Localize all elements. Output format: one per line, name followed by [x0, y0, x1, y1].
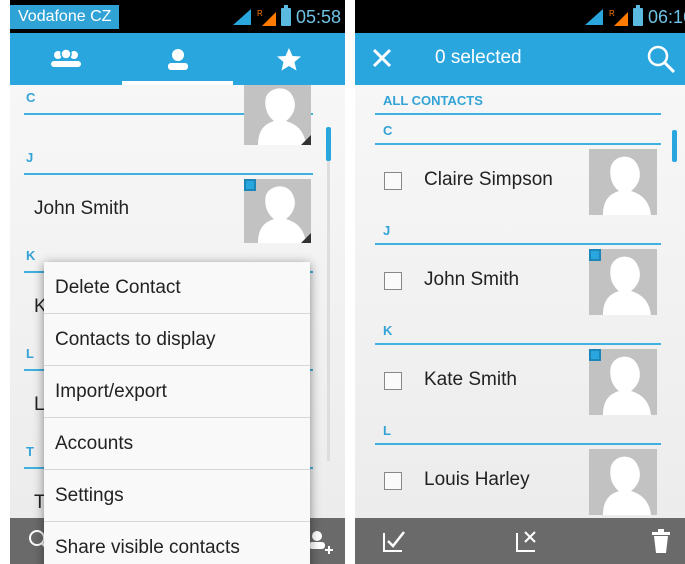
- select-checkbox[interactable]: [384, 272, 402, 290]
- contact-photo: [589, 349, 657, 415]
- star-icon: [277, 48, 302, 71]
- overflow-menu: Delete Contact Contacts to display Impor…: [44, 262, 310, 564]
- deselect-all-icon[interactable]: [513, 529, 539, 553]
- battery-icon: [632, 5, 643, 26]
- list-item[interactable]: Claire Simpson: [355, 145, 685, 215]
- scroll-track: [327, 161, 330, 461]
- select-checkbox[interactable]: [384, 472, 402, 490]
- tab-groups[interactable]: [10, 33, 122, 85]
- selection-action-bar: 0 selected: [355, 33, 685, 85]
- list-item[interactable]: John Smith: [355, 245, 685, 315]
- cell-signal-icon: R: [609, 9, 628, 26]
- contact-name: John Smith: [34, 198, 130, 219]
- status-time: 06:16: [647, 6, 685, 27]
- list-item[interactable]: Louis Harley: [355, 445, 685, 515]
- sync-badge-icon: [589, 349, 601, 361]
- menu-item-accounts[interactable]: Accounts: [44, 418, 310, 470]
- cell-signal-icon: R: [257, 9, 276, 26]
- section-header-c: C: [375, 115, 661, 145]
- contact-name: Louis Harley: [424, 469, 530, 490]
- contact-name: L: [34, 394, 45, 415]
- contact-name: Kate Smith: [424, 369, 517, 390]
- tab-bar: [10, 33, 345, 85]
- right-phone-screen: R 06:16 0 selected ALL CONTACTS C Claire…: [355, 0, 685, 564]
- selection-count-title: 0 selected: [435, 47, 522, 68]
- menu-item-settings[interactable]: Settings: [44, 470, 310, 522]
- select-all-icon[interactable]: [380, 529, 406, 553]
- menu-item-share-visible-contacts[interactable]: Share visible contacts: [44, 522, 310, 564]
- all-contacts-header: ALL CONTACTS: [375, 85, 661, 115]
- status-time: 05:58: [295, 6, 341, 27]
- battery-icon: [280, 5, 291, 26]
- list-item[interactable]: [10, 85, 345, 145]
- section-header-j: J: [375, 215, 661, 245]
- close-icon[interactable]: [371, 47, 393, 69]
- search-icon[interactable]: [647, 45, 675, 73]
- menu-item-contacts-to-display[interactable]: Contacts to display: [44, 314, 310, 366]
- menu-item-delete-contact[interactable]: Delete Contact: [44, 262, 310, 314]
- section-header-k: K: [375, 315, 661, 345]
- left-phone-screen: Vodafone CZ R 05:58 C J John Smith K K L…: [10, 0, 345, 564]
- contact-photo: [589, 149, 657, 215]
- status-bar: Vodafone CZ R 05:58: [10, 0, 345, 33]
- list-item[interactable]: John Smith: [10, 175, 345, 243]
- contact-photo: [589, 449, 657, 515]
- sync-badge-icon: [244, 179, 256, 191]
- list-item[interactable]: Kate Smith: [355, 345, 685, 415]
- scrollbar-thumb[interactable]: [326, 127, 331, 161]
- contact-name: John Smith: [424, 269, 520, 290]
- contact-photo: [244, 85, 311, 145]
- section-header-j: J: [24, 145, 313, 175]
- contact-name: Claire Simpson: [424, 169, 553, 190]
- select-checkbox[interactable]: [384, 372, 402, 390]
- scrollbar-thumb[interactable]: [672, 130, 677, 162]
- delete-icon[interactable]: [651, 529, 671, 553]
- tab-favorites[interactable]: [233, 33, 345, 85]
- tab-contacts[interactable]: [121, 33, 234, 85]
- contact-photo: [244, 179, 311, 243]
- section-header-l: L: [375, 415, 661, 445]
- menu-item-import-export[interactable]: Import/export: [44, 366, 310, 418]
- svg-text:R: R: [609, 9, 615, 18]
- wifi-signal-icon: [232, 9, 251, 25]
- svg-text:R: R: [257, 9, 263, 18]
- groups-icon: [50, 48, 81, 67]
- bottom-action-bar: [355, 518, 685, 564]
- sync-badge-icon: [589, 249, 601, 261]
- carrier-label: Vodafone CZ: [10, 5, 120, 29]
- wifi-signal-icon: [584, 9, 603, 25]
- select-checkbox[interactable]: [384, 172, 402, 190]
- status-bar: R 06:16: [355, 0, 685, 33]
- contact-icon: [167, 49, 188, 70]
- selectable-contact-list[interactable]: ALL CONTACTS C Claire Simpson J John Smi…: [355, 85, 685, 518]
- add-contact-icon[interactable]: [307, 529, 333, 555]
- contact-photo: [589, 249, 657, 315]
